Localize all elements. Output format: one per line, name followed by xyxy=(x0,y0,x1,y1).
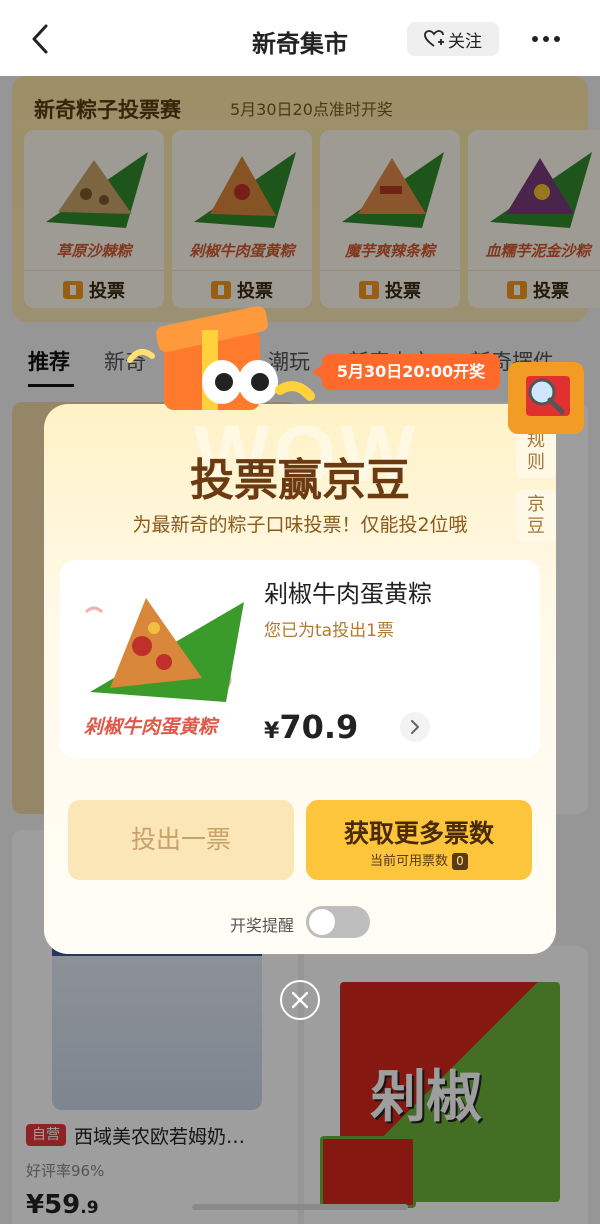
magnifier-icon[interactable] xyxy=(508,362,584,434)
product-price: ¥70.9 xyxy=(264,708,359,746)
product-detail-button[interactable] xyxy=(400,712,430,742)
popup-subtitle: 为最新奇的粽子口味投票！仅能投2位哦 xyxy=(132,514,468,536)
reminder-label: 开奖提醒 xyxy=(230,916,295,935)
draw-date-badge: 5月30日20:00开奖 xyxy=(312,354,500,390)
more-button[interactable] xyxy=(526,24,566,54)
available-votes-count: 0 xyxy=(452,853,468,870)
home-indicator[interactable] xyxy=(192,1204,408,1210)
heart-plus-icon xyxy=(424,30,444,47)
gift-mascot-icon xyxy=(127,306,315,410)
voted-product-card[interactable]: 剁椒牛肉蛋黄粽 剁椒牛肉蛋黄粽 您已为ta投出1票 ¥70.9 xyxy=(60,560,540,758)
follow-label: 关注 xyxy=(448,31,482,52)
close-popup-button[interactable] xyxy=(280,980,320,1020)
get-more-votes-label: 获取更多票数 xyxy=(343,819,494,848)
top-nav-bar: 新奇集市 关注 xyxy=(0,0,600,76)
page-title: 新奇集市 xyxy=(252,30,348,58)
close-icon xyxy=(291,991,309,1009)
popup-title: 投票赢京豆 xyxy=(190,455,410,506)
chevron-right-icon xyxy=(411,720,419,734)
toggle-knob xyxy=(309,909,335,935)
follow-button[interactable]: 关注 xyxy=(407,22,499,56)
more-dots-icon xyxy=(532,36,538,42)
reminder-toggle[interactable] xyxy=(306,906,370,938)
product-image-label: 剁椒牛肉蛋黄粽 xyxy=(84,716,218,738)
get-more-votes-button[interactable]: 获取更多票数 当前可用票数 0 xyxy=(306,800,532,880)
available-votes-text: 当前可用票数 0 xyxy=(306,850,532,870)
cast-vote-button[interactable]: 投出一票 xyxy=(68,800,294,880)
vote-popup: WOW 投票赢京豆 为最新奇的粽子口味投票！仅能投2位哦 规则 京豆 剁椒牛肉蛋… xyxy=(44,404,556,954)
votes-cast-text: 您已为ta投出1票 xyxy=(264,621,394,641)
jingdou-tab[interactable]: 京豆 xyxy=(516,490,556,542)
product-name: 剁椒牛肉蛋黄粽 xyxy=(264,580,432,608)
